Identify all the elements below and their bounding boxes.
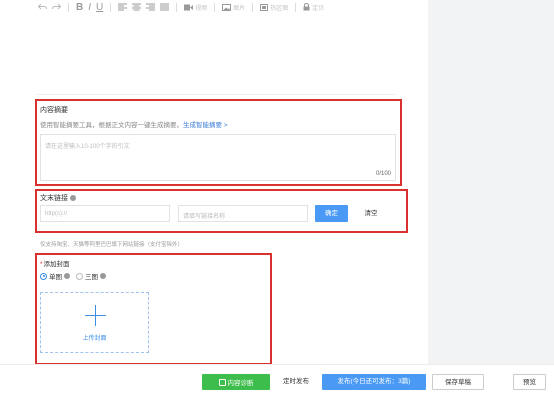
- help-icon[interactable]: [64, 273, 70, 279]
- upload-cover-label: 上传封面: [82, 336, 107, 342]
- align-right-icon[interactable]: [146, 3, 156, 11]
- toolbar-divider: [295, 2, 297, 12]
- link-url-placeholder: http(s)://: [45, 211, 68, 217]
- publish-button[interactable]: 发布(今日还可发布：3篇): [322, 374, 426, 390]
- lock-label: 定贝: [312, 5, 325, 12]
- video-icon: [184, 4, 194, 10]
- diagnose-icon: [218, 378, 226, 386]
- bold-icon[interactable]: B: [76, 2, 83, 13]
- link-name-input[interactable]: 请填写链接名称: [178, 205, 308, 222]
- save-draft-button[interactable]: 保存草稿: [432, 374, 484, 390]
- radio-triple-label: 三图: [85, 274, 98, 281]
- insert-hotspot-button[interactable]: 热区图: [260, 3, 288, 12]
- toolbar-divider: [176, 2, 178, 12]
- preview-button[interactable]: 预览: [513, 374, 546, 390]
- required-mark: *: [40, 261, 43, 268]
- radio-unchecked-icon: [76, 272, 83, 280]
- help-icon[interactable]: [100, 273, 106, 279]
- radio-single-image[interactable]: 单图: [40, 271, 70, 281]
- content-diagnose-button[interactable]: 内容诊断: [202, 374, 270, 390]
- content-divider: [36, 94, 396, 95]
- editor-panel: B I U 视频 图片 热区图 定贝 内容摘要 使用智能摘要工具，根据正文内容一…: [0, 0, 428, 365]
- radio-triple-image[interactable]: 三图: [76, 271, 106, 281]
- summary-description: 使用智能摘要工具，根据正文内容一键生成摘要。生成智能摘要 >: [40, 119, 228, 129]
- lock-icon: [303, 3, 310, 11]
- image-label: 图片: [233, 5, 246, 12]
- link-url-input[interactable]: http(s)://: [40, 205, 170, 222]
- summary-placeholder: 请在这里输入10-100个字的引文: [45, 144, 130, 150]
- toolbar-divider: [252, 2, 254, 12]
- underline-icon[interactable]: U: [96, 2, 103, 13]
- plus-icon: [85, 305, 106, 326]
- link-confirm-button[interactable]: 确定: [315, 205, 348, 222]
- hotspot-icon: [260, 3, 269, 11]
- toolbar-divider: [214, 2, 216, 12]
- align-justify-icon[interactable]: [160, 3, 170, 11]
- toolbar-divider: [68, 2, 69, 12]
- diagnose-label: 内容诊断: [227, 380, 254, 387]
- summary-desc-text: 使用智能摘要工具，根据正文内容一键生成摘要。: [40, 122, 183, 129]
- align-center-icon[interactable]: [132, 3, 142, 11]
- hotspot-label: 热区图: [270, 5, 289, 12]
- video-label: 视频: [195, 5, 208, 12]
- summary-title: 内容摘要: [40, 107, 68, 114]
- footer-bar: 内容诊断 定时发布 发布(今日还可发布：3篇) 保存草稿 预览: [0, 364, 554, 396]
- generate-summary-link[interactable]: 生成智能摘要 >: [183, 122, 228, 129]
- editor-toolbar: B I U 视频 图片 热区图 定贝: [38, 0, 324, 14]
- insert-video-button[interactable]: 视频: [184, 3, 207, 12]
- summary-char-counter: 0/100: [375, 171, 391, 177]
- toolbar-divider: [110, 2, 112, 12]
- undo-icon[interactable]: [38, 3, 47, 11]
- align-left-icon[interactable]: [118, 3, 128, 11]
- upload-cover-area[interactable]: 上传封面: [40, 292, 149, 353]
- radio-single-label: 单图: [49, 274, 62, 281]
- image-icon: [222, 3, 232, 11]
- italic-icon[interactable]: I: [88, 2, 91, 13]
- radio-checked-icon: [40, 272, 47, 280]
- link-title: 文末链接: [40, 193, 76, 203]
- link-name-placeholder: 请填写链接名称: [183, 214, 226, 220]
- link-clear-button[interactable]: 清空: [356, 205, 386, 222]
- cover-title-text: 添加封面: [43, 261, 70, 268]
- cover-title: *添加封面: [40, 258, 70, 268]
- insert-image-button[interactable]: 图片: [222, 3, 245, 12]
- lock-button[interactable]: 定贝: [303, 3, 324, 12]
- redo-icon[interactable]: [52, 3, 61, 11]
- timed-publish-button[interactable]: 定时发布: [283, 374, 309, 390]
- cover-type-radios: 单图 三图: [40, 271, 106, 281]
- link-hint: 仅支持淘宝、天猫等阿里巴巴旗下网站链接（支付宝除外）: [40, 242, 184, 248]
- help-icon[interactable]: [70, 195, 76, 201]
- summary-textarea[interactable]: 请在这里输入10-100个字的引文 0/100: [40, 134, 396, 181]
- link-title-text: 文末链接: [40, 195, 68, 202]
